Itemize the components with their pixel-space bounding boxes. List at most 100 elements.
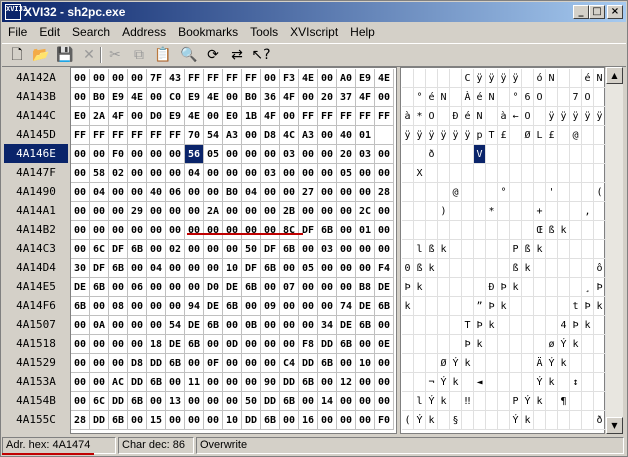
text-char-cell[interactable] [474, 164, 486, 183]
text-char-cell[interactable] [402, 240, 414, 259]
hex-byte-cell[interactable]: 00 [128, 107, 147, 126]
hex-byte-cell[interactable]: 00 [109, 183, 128, 202]
hex-byte-cell[interactable]: 00 [280, 183, 299, 202]
close-button[interactable]: × [607, 5, 623, 19]
text-char-cell[interactable] [462, 411, 474, 430]
hex-byte-cell[interactable]: 07 [280, 278, 299, 297]
text-char-cell[interactable] [486, 259, 498, 278]
hex-byte-cell[interactable]: 20 [337, 145, 356, 164]
text-char-cell[interactable] [462, 278, 474, 297]
text-char-cell[interactable] [462, 297, 474, 316]
row-address[interactable]: 4A1507 [4, 315, 68, 334]
hex-byte-cell[interactable]: 00 [204, 392, 223, 411]
text-char-cell[interactable] [510, 202, 522, 221]
find-icon[interactable]: 🔍 [179, 46, 199, 64]
text-char-cell[interactable] [510, 335, 522, 354]
text-char-cell[interactable] [558, 126, 570, 145]
hex-byte-cell[interactable]: 00 [71, 240, 90, 259]
hex-byte-cell[interactable]: B8 [356, 278, 375, 297]
text-char-cell[interactable]: § [450, 411, 462, 430]
text-char-cell[interactable]: k [594, 297, 606, 316]
text-char-cell[interactable] [594, 126, 606, 145]
hex-byte-cell[interactable]: 00 [90, 221, 109, 240]
text-char-cell[interactable] [462, 373, 474, 392]
text-char-cell[interactable] [498, 373, 510, 392]
hex-byte-cell[interactable]: 03 [280, 145, 299, 164]
hex-byte-cell[interactable]: DD [299, 354, 318, 373]
text-char-cell[interactable] [582, 392, 594, 411]
text-char-cell[interactable]: ÿ [402, 126, 414, 145]
hex-byte-cell[interactable]: 2A [204, 202, 223, 221]
text-char-cell[interactable] [450, 297, 462, 316]
text-char-cell[interactable]: C [462, 69, 474, 88]
hex-byte-cell[interactable]: 04 [185, 164, 204, 183]
text-char-cell[interactable] [570, 411, 582, 430]
hex-byte-cell[interactable]: 00 [204, 240, 223, 259]
text-char-cell[interactable] [462, 164, 474, 183]
hex-byte-cell[interactable]: 00 [166, 145, 185, 164]
hex-byte-cell[interactable]: 6B [356, 316, 375, 335]
hex-byte-cell[interactable]: FF [204, 69, 223, 88]
text-char-cell[interactable] [534, 278, 546, 297]
hex-byte-cell[interactable]: 58 [90, 164, 109, 183]
hex-byte-cell[interactable]: 00 [90, 297, 109, 316]
hex-byte-cell[interactable]: 6B [90, 278, 109, 297]
text-char-cell[interactable] [582, 240, 594, 259]
text-char-cell[interactable] [558, 164, 570, 183]
text-char-cell[interactable]: Ý [522, 392, 534, 411]
hex-byte-cell[interactable]: 6B [109, 411, 128, 430]
text-pane[interactable]: CÿÿÿÿóN é N ° é N Àé N ° 6 O 7 Oà * O Ðé Nà ← Oÿ ÿ ÿ ÿ ÿ ÿ ÿ ÿ ÿ… [400, 67, 606, 434]
hex-byte-cell[interactable]: 00 [147, 316, 166, 335]
text-char-cell[interactable]: 7 [570, 88, 582, 107]
row-address[interactable]: 4A14C3 [4, 239, 68, 258]
text-char-cell[interactable]: Ø [522, 126, 534, 145]
hex-byte-cell[interactable]: 00 [337, 278, 356, 297]
text-char-cell[interactable] [522, 278, 534, 297]
text-char-cell[interactable] [546, 88, 558, 107]
text-char-cell[interactable]: ” [474, 297, 486, 316]
menu-tools[interactable]: Tools [244, 23, 284, 41]
text-char-cell[interactable] [450, 240, 462, 259]
hex-byte-cell[interactable]: 00 [337, 411, 356, 430]
text-char-cell[interactable] [474, 221, 486, 240]
hex-byte-cell[interactable]: 00 [337, 202, 356, 221]
hex-byte-cell[interactable]: 4F [356, 88, 375, 107]
hex-byte-cell[interactable]: 00 [242, 354, 261, 373]
minimize-button[interactable]: _ [573, 5, 589, 19]
row-address[interactable]: 4A147F [4, 163, 68, 182]
hex-byte-cell[interactable]: 40 [147, 183, 166, 202]
text-char-cell[interactable]: ← [510, 107, 522, 126]
text-char-cell[interactable]: T [486, 126, 498, 145]
goto-icon[interactable]: ⇄ [227, 46, 247, 64]
hex-byte-cell[interactable]: 00 [356, 259, 375, 278]
text-char-cell[interactable] [594, 202, 606, 221]
hex-byte-cell[interactable]: 00 [223, 354, 242, 373]
hex-byte-cell[interactable]: 00 [375, 316, 394, 335]
hex-byte-cell[interactable]: E0 [223, 107, 242, 126]
text-char-cell[interactable] [570, 183, 582, 202]
hex-byte-cell[interactable]: 04 [147, 259, 166, 278]
hex-byte-cell[interactable]: 74 [337, 297, 356, 316]
text-char-cell[interactable] [486, 335, 498, 354]
hex-byte-cell[interactable]: 01 [356, 221, 375, 240]
hex-byte-cell[interactable]: 00 [147, 297, 166, 316]
hex-byte-cell[interactable]: 00 [109, 69, 128, 88]
text-char-cell[interactable] [402, 145, 414, 164]
hex-byte-cell[interactable]: 00 [223, 392, 242, 411]
text-char-cell[interactable] [486, 107, 498, 126]
text-char-cell[interactable] [570, 202, 582, 221]
text-char-cell[interactable]: @ [450, 183, 462, 202]
hex-byte-cell[interactable]: DD [242, 411, 261, 430]
text-char-cell[interactable] [474, 354, 486, 373]
hex-byte-cell[interactable]: 6B [109, 259, 128, 278]
text-char-cell[interactable]: 6 [522, 88, 534, 107]
hex-byte-cell[interactable]: 0B [242, 316, 261, 335]
text-char-cell[interactable] [450, 335, 462, 354]
text-char-cell[interactable] [402, 354, 414, 373]
text-char-cell[interactable] [450, 392, 462, 411]
text-char-cell[interactable] [438, 335, 450, 354]
text-char-cell[interactable] [426, 297, 438, 316]
text-char-cell[interactable] [426, 164, 438, 183]
text-char-cell[interactable] [558, 88, 570, 107]
text-char-cell[interactable]: ) [438, 202, 450, 221]
